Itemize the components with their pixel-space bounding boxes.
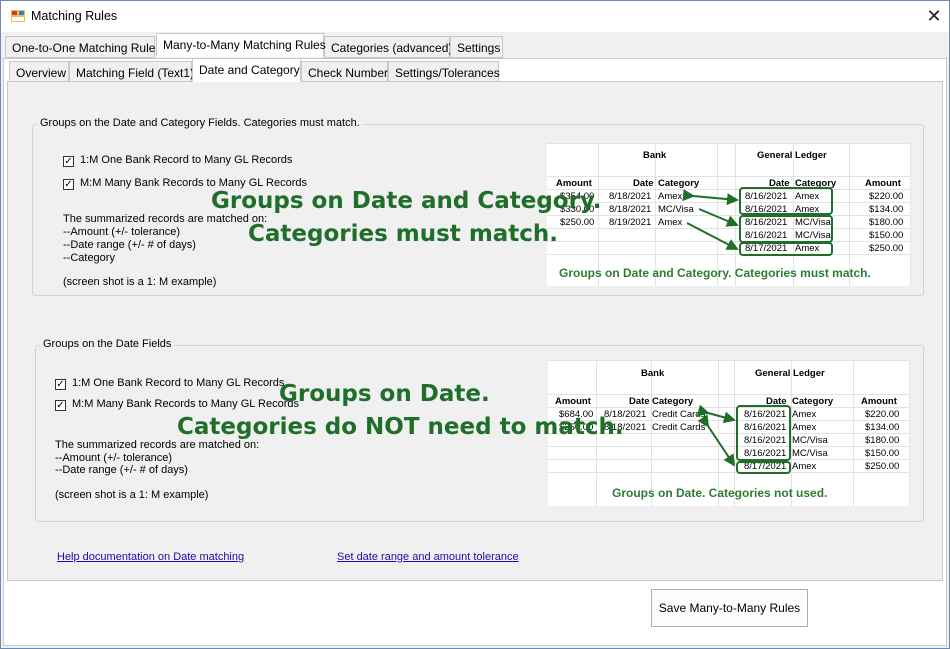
sheet-caption: Groups on Date. Categories not used.: [612, 486, 828, 500]
tab-overview[interactable]: Overview: [9, 61, 69, 83]
description-line: The summarized records are matched on:: [55, 439, 260, 451]
window-title: Matching Rules: [31, 9, 118, 23]
checkbox-label: 1:M One Bank Record to Many GL Records: [80, 154, 293, 166]
tab-check-number[interactable]: Check Number: [301, 61, 388, 83]
tab-label: Categories (advanced): [331, 41, 453, 55]
checkbox-1m[interactable]: ✓ 1:M One Bank Record to Many GL Records: [63, 154, 292, 167]
app-icon: [11, 10, 25, 22]
screenshot-note: (screen shot is a 1: M example): [55, 489, 209, 501]
overlay-subheading: Categories do NOT need to match.: [177, 414, 624, 440]
matching-rules-window: Matching Rules ✕ One-to-One Matching Rul…: [0, 0, 950, 649]
sheet-caption: Groups on Date and Category. Categories …: [559, 266, 871, 280]
title-bar: Matching Rules ✕: [1, 1, 949, 32]
help-date-matching-link[interactable]: Help documentation on Date matching: [57, 551, 244, 563]
description-line: --Category: [63, 252, 115, 264]
checkbox-label: M:M Many Bank Records to Many GL Records: [72, 398, 300, 410]
checkbox-label: 1:M One Bank Record to Many GL Records: [72, 377, 285, 389]
checkbox-1m[interactable]: ✓ 1:M One Bank Record to Many GL Records: [55, 377, 284, 390]
checkbox-icon[interactable]: ✓: [63, 156, 74, 167]
tab-settings[interactable]: Settings: [450, 36, 503, 58]
tab-date-and-category[interactable]: Date and Category: [192, 58, 301, 82]
tab-label: Check Number: [308, 66, 389, 80]
tab-label: Matching Field (Text1): [76, 66, 195, 80]
tab-label: Settings: [457, 41, 501, 55]
tab-settings-tolerances[interactable]: Settings/Tolerances: [388, 61, 500, 83]
tab-matching-field[interactable]: Matching Field (Text1): [69, 61, 195, 83]
description-line: --Amount (+/- tolerance): [55, 452, 173, 464]
overlay-heading: Groups on Date and Category.: [211, 188, 602, 214]
tab-label: Overview: [16, 66, 67, 80]
save-many-to-many-button[interactable]: Save Many-to-Many Rules: [651, 589, 808, 627]
group-legend: Groups on the Date and Category Fields. …: [37, 117, 363, 129]
overlay-subheading: Categories must match.: [248, 221, 559, 247]
close-icon[interactable]: ✕: [919, 3, 949, 29]
checkbox-mm[interactable]: ✓ M:M Many Bank Records to Many GL Record…: [55, 398, 299, 411]
tab-label: Date and Category: [199, 63, 300, 77]
description-line: --Amount (+/- tolerance): [63, 226, 181, 238]
tab-categories-advanced[interactable]: Categories (advanced): [324, 36, 453, 58]
overlay-heading: Groups on Date.: [279, 381, 490, 407]
tab-many-to-many[interactable]: Many-to-Many Matching Rules: [156, 33, 326, 57]
tab-label: One-to-One Matching Rules: [12, 41, 162, 55]
tab-label: Settings/Tolerances: [395, 66, 500, 80]
tab-label: Many-to-Many Matching Rules: [163, 38, 326, 52]
screenshot-note: (screen shot is a 1: M example): [63, 276, 217, 288]
description-line: --Date range (+/- # of days): [63, 239, 196, 251]
checkbox-icon[interactable]: ✓: [55, 400, 66, 411]
example-sheet-1: Bank General Ledger Amount Date Category…: [547, 143, 911, 286]
description-line: --Date range (+/- # of days): [55, 464, 188, 476]
match-arrows: [682, 189, 739, 250]
checkbox-icon[interactable]: ✓: [63, 179, 74, 190]
set-tolerance-link[interactable]: Set date range and amount tolerance: [337, 551, 519, 563]
description-line: The summarized records are matched on:: [63, 213, 268, 225]
tab-one-to-one[interactable]: One-to-One Matching Rules: [5, 36, 161, 58]
checkbox-icon[interactable]: ✓: [55, 379, 66, 390]
group-legend: Groups on the Date Fields: [40, 338, 175, 350]
